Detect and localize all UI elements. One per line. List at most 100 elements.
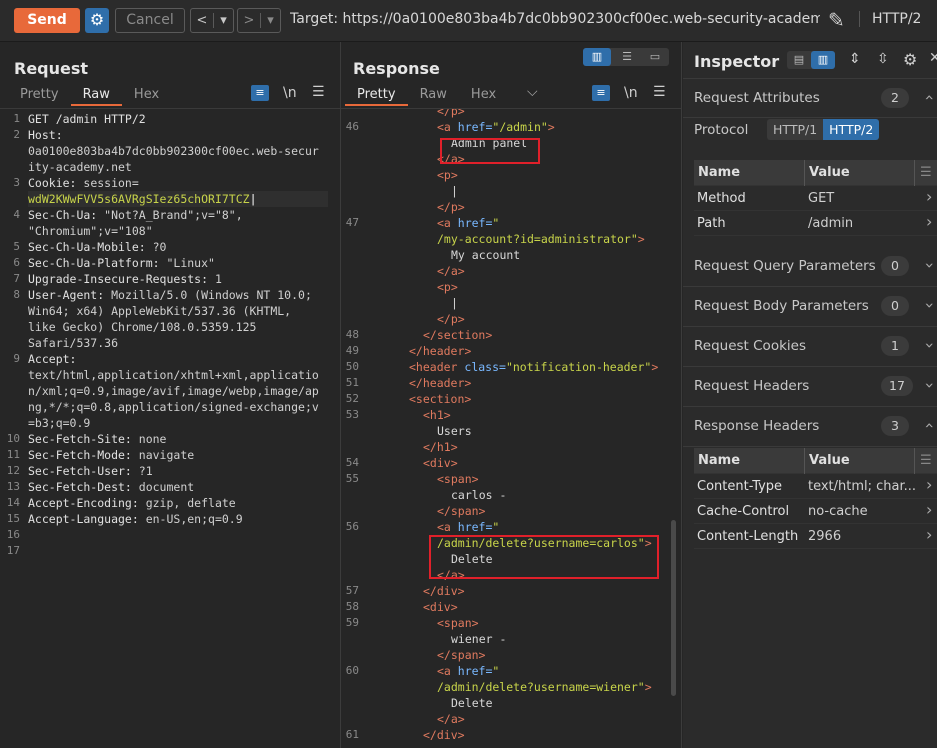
- section-response-headers[interactable]: Response Headers 3 ‹: [683, 407, 937, 447]
- newline-toggle-icon[interactable]: \n: [283, 85, 297, 101]
- expand-all-icon[interactable]: ⇕: [849, 51, 861, 67]
- send-button[interactable]: Send: [14, 8, 80, 33]
- response-line: /admin/delete?username=wiener">: [437, 679, 652, 695]
- text-content: carlos -: [451, 488, 507, 502]
- header-name: Sec-Ch-Ua:: [28, 208, 98, 222]
- layout-side-by-side-icon[interactable]: ▥: [583, 48, 611, 66]
- tab-hex[interactable]: Hex: [122, 84, 171, 106]
- line-number: 47: [345, 216, 359, 229]
- wrap-lines-icon[interactable]: ≡: [592, 85, 610, 101]
- response-line: </a>: [437, 263, 465, 279]
- line-number: 7: [13, 272, 20, 285]
- table-row[interactable]: Content-Length 2966 ›: [694, 524, 937, 549]
- chevron-right-icon[interactable]: ›: [926, 212, 932, 231]
- scrollbar[interactable]: [671, 520, 676, 696]
- chevron-icon[interactable]: ›: [921, 262, 937, 268]
- tag-name: </header: [409, 344, 465, 358]
- tab-hex[interactable]: Hex: [459, 84, 508, 106]
- chevron-icon[interactable]: ›: [921, 302, 937, 308]
- chevron-right-icon[interactable]: ›: [926, 500, 932, 519]
- attribute-name: href=: [450, 216, 493, 230]
- line-number: 12: [6, 464, 20, 477]
- menu-icon[interactable]: ☰: [312, 84, 325, 100]
- request-line: =b3;q=0.9: [28, 416, 91, 430]
- tag-name: </span: [437, 504, 479, 518]
- column-menu-icon[interactable]: ☰: [920, 453, 932, 468]
- response-line: My account: [451, 247, 520, 263]
- line-number: 49: [345, 344, 359, 357]
- tag-bracket: >: [471, 472, 479, 486]
- newline-toggle-icon[interactable]: \n: [624, 85, 638, 101]
- chevron-right-icon[interactable]: ›: [926, 525, 932, 544]
- section-label: Request Query Parameters: [694, 258, 876, 274]
- protocol-label: Protocol: [694, 122, 749, 138]
- edit-pencil-icon[interactable]: ✎: [828, 8, 845, 32]
- chevron-icon[interactable]: ›: [921, 342, 937, 348]
- collapse-all-icon[interactable]: ⇳: [877, 51, 889, 67]
- back-button-group[interactable]: < ▾: [190, 8, 234, 33]
- tag-name: <h1: [423, 408, 444, 422]
- response-line: </div>: [423, 727, 465, 743]
- attribute-value: /admin/delete?username=wiener": [437, 680, 645, 694]
- chevron-right-icon[interactable]: ›: [926, 475, 932, 494]
- chevron-up-icon[interactable]: ‹: [921, 94, 937, 100]
- wrap-lines-icon[interactable]: ≡: [251, 85, 269, 101]
- column-menu-icon[interactable]: ☰: [920, 165, 932, 180]
- chevron-icon[interactable]: ›: [921, 382, 937, 388]
- back-arrow-icon[interactable]: <: [191, 13, 213, 28]
- request-line: Accept-Language: en-US,en;q=0.9: [28, 511, 243, 527]
- response-line: <header class="notification-header">: [409, 359, 658, 375]
- chevron-icon[interactable]: ‹: [921, 422, 937, 428]
- tag-name: <span: [437, 616, 472, 630]
- request-editor[interactable]: 1 GET /admin HTTP/2 2 Host: 0a0100e803ba4b7d…: [0, 108, 340, 748]
- cancel-button[interactable]: Cancel: [115, 8, 185, 33]
- inspector-layout-toggle: ▤ ▥: [787, 51, 835, 69]
- protocol-option-http1[interactable]: HTTP/1: [767, 119, 824, 140]
- row-name: Path: [697, 216, 726, 231]
- response-editor[interactable]: </p> 46 <a href="/admin"> Admin panel </a> <p…: [341, 108, 681, 748]
- section-request-headers[interactable]: Request Headers 17 ›: [683, 367, 937, 407]
- tab-raw[interactable]: Raw: [408, 84, 459, 106]
- column-divider: [914, 448, 915, 474]
- response-line: </p>: [437, 109, 465, 119]
- line-number: 53: [345, 408, 359, 421]
- layout-stacked-icon[interactable]: ☰: [613, 48, 641, 66]
- layout-single-icon[interactable]: ▭: [641, 48, 669, 66]
- tag-name: </h1: [423, 440, 451, 454]
- line-number: 54: [345, 456, 359, 469]
- section-request-query-parameters[interactable]: Request Query Parameters 0 ›: [683, 247, 937, 287]
- tab-pretty[interactable]: Pretty: [345, 84, 408, 106]
- table-row[interactable]: Content-Type text/html; char... ›: [694, 474, 937, 499]
- response-line: <div>: [423, 455, 458, 471]
- tab-pretty[interactable]: Pretty: [8, 84, 71, 106]
- inspector-settings-gear-icon[interactable]: ⚙: [903, 50, 917, 69]
- forward-arrow-icon[interactable]: >: [238, 13, 260, 28]
- tabs-dropdown-icon[interactable]: ⌵: [527, 84, 538, 100]
- line-number: 13: [6, 480, 20, 493]
- http-version-label[interactable]: HTTP/2: [859, 11, 937, 27]
- tab-raw[interactable]: Raw: [70, 84, 122, 106]
- layout-right-icon[interactable]: ▥: [811, 51, 835, 69]
- menu-icon[interactable]: ☰: [653, 84, 666, 100]
- back-dropdown-icon[interactable]: ▾: [213, 13, 233, 28]
- chevron-right-icon[interactable]: ›: [926, 187, 932, 206]
- section-request-body-parameters[interactable]: Request Body Parameters 0 ›: [683, 287, 937, 327]
- header-name: User-Agent:: [28, 288, 105, 302]
- table-row[interactable]: Path/admin ›: [694, 211, 937, 236]
- protocol-option-http2[interactable]: HTTP/2: [823, 119, 880, 140]
- response-line: <a href="/admin">: [437, 119, 555, 135]
- text-content: Delete: [451, 696, 493, 710]
- table-row[interactable]: Cache-Control no-cache ›: [694, 499, 937, 524]
- forward-button-group[interactable]: > ▾: [237, 8, 281, 33]
- section-request-cookies[interactable]: Request Cookies 1 ›: [683, 327, 937, 367]
- line-number: 2: [13, 128, 20, 141]
- forward-dropdown-icon[interactable]: ▾: [260, 13, 280, 28]
- close-icon[interactable]: ✕: [929, 50, 937, 66]
- tag-name: <a: [437, 120, 451, 134]
- count-badge: 1: [881, 336, 909, 356]
- table-row[interactable]: Method GET ›: [694, 186, 937, 211]
- layout-left-icon[interactable]: ▤: [787, 51, 811, 69]
- request-line: Sec-Fetch-User: ?1: [28, 463, 153, 479]
- settings-gear-icon[interactable]: ⚙: [85, 8, 109, 33]
- section-request-attributes[interactable]: Request Attributes 2 ‹: [683, 78, 937, 118]
